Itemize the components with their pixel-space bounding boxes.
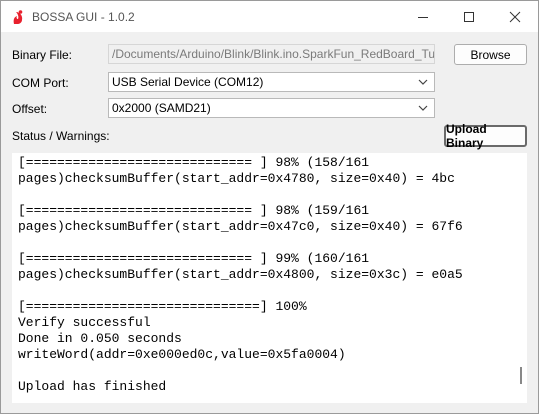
minimize-icon [418, 16, 428, 18]
window-title: BOSSA GUI - 1.0.2 [32, 9, 135, 24]
console-line: [==============================] 100% [18, 299, 307, 314]
browse-button[interactable]: Browse [454, 44, 527, 65]
upload-binary-button[interactable]: Upload Binary [444, 122, 527, 150]
minimize-button[interactable] [400, 1, 446, 32]
console-output: [============================= ] 98% (15… [12, 153, 527, 395]
close-button[interactable] [492, 1, 538, 32]
console-line: pages)checksumBuffer(start_addr=0x4800, … [18, 267, 463, 282]
console-line: pages)checksumBuffer(start_addr=0x4780, … [18, 171, 455, 186]
console-line: Upload has finished [18, 379, 167, 394]
maximize-button[interactable] [446, 1, 492, 32]
com-port-select[interactable]: USB Serial Device (COM12) [108, 72, 435, 92]
status-console[interactable]: [============================= ] 98% (15… [12, 153, 527, 403]
binary-file-path: /Documents/Arduino/Blink/Blink.ino.Spark… [112, 47, 435, 61]
sparkfun-flame-icon [13, 9, 23, 24]
console-line: pages)checksumBuffer(start_addr=0x47c0, … [18, 219, 463, 234]
console-line: [============================= ] 98% (15… [18, 203, 370, 218]
maximize-icon [464, 11, 474, 22]
console-line: writeWord(addr=0xe000ed0c,value=0x5fa000… [18, 347, 346, 362]
offset-label: Offset: [12, 102, 48, 116]
browse-button-label: Browse [470, 47, 511, 62]
upload-binary-label: Upload Binary [446, 122, 487, 150]
console-line: Verify successful [18, 315, 151, 330]
offset-select[interactable]: 0x2000 (SAMD21) [108, 98, 435, 118]
app-window: BOSSA GUI - 1.0.2 Binary File: /Document… [0, 0, 539, 414]
status-warnings-label: Status / Warnings: [12, 129, 110, 143]
scrollbar-thumb[interactable] [520, 367, 522, 384]
com-port-label: COM Port: [12, 76, 69, 90]
chevron-down-icon [418, 105, 428, 111]
binary-file-label: Binary File: [12, 48, 73, 62]
title-bar[interactable]: BOSSA GUI - 1.0.2 [1, 1, 538, 32]
close-icon [509, 11, 521, 22]
console-line: [============================= ] 98% (15… [18, 155, 370, 170]
offset-value: 0x2000 (SAMD21) [112, 101, 211, 115]
console-line: [============================= ] 99% (16… [18, 251, 370, 266]
binary-file-path-field: /Documents/Arduino/Blink/Blink.ino.Spark… [108, 44, 435, 64]
com-port-value: USB Serial Device (COM12) [112, 75, 264, 89]
chevron-down-icon [418, 79, 428, 85]
console-line: Done in 0.050 seconds [18, 331, 182, 346]
